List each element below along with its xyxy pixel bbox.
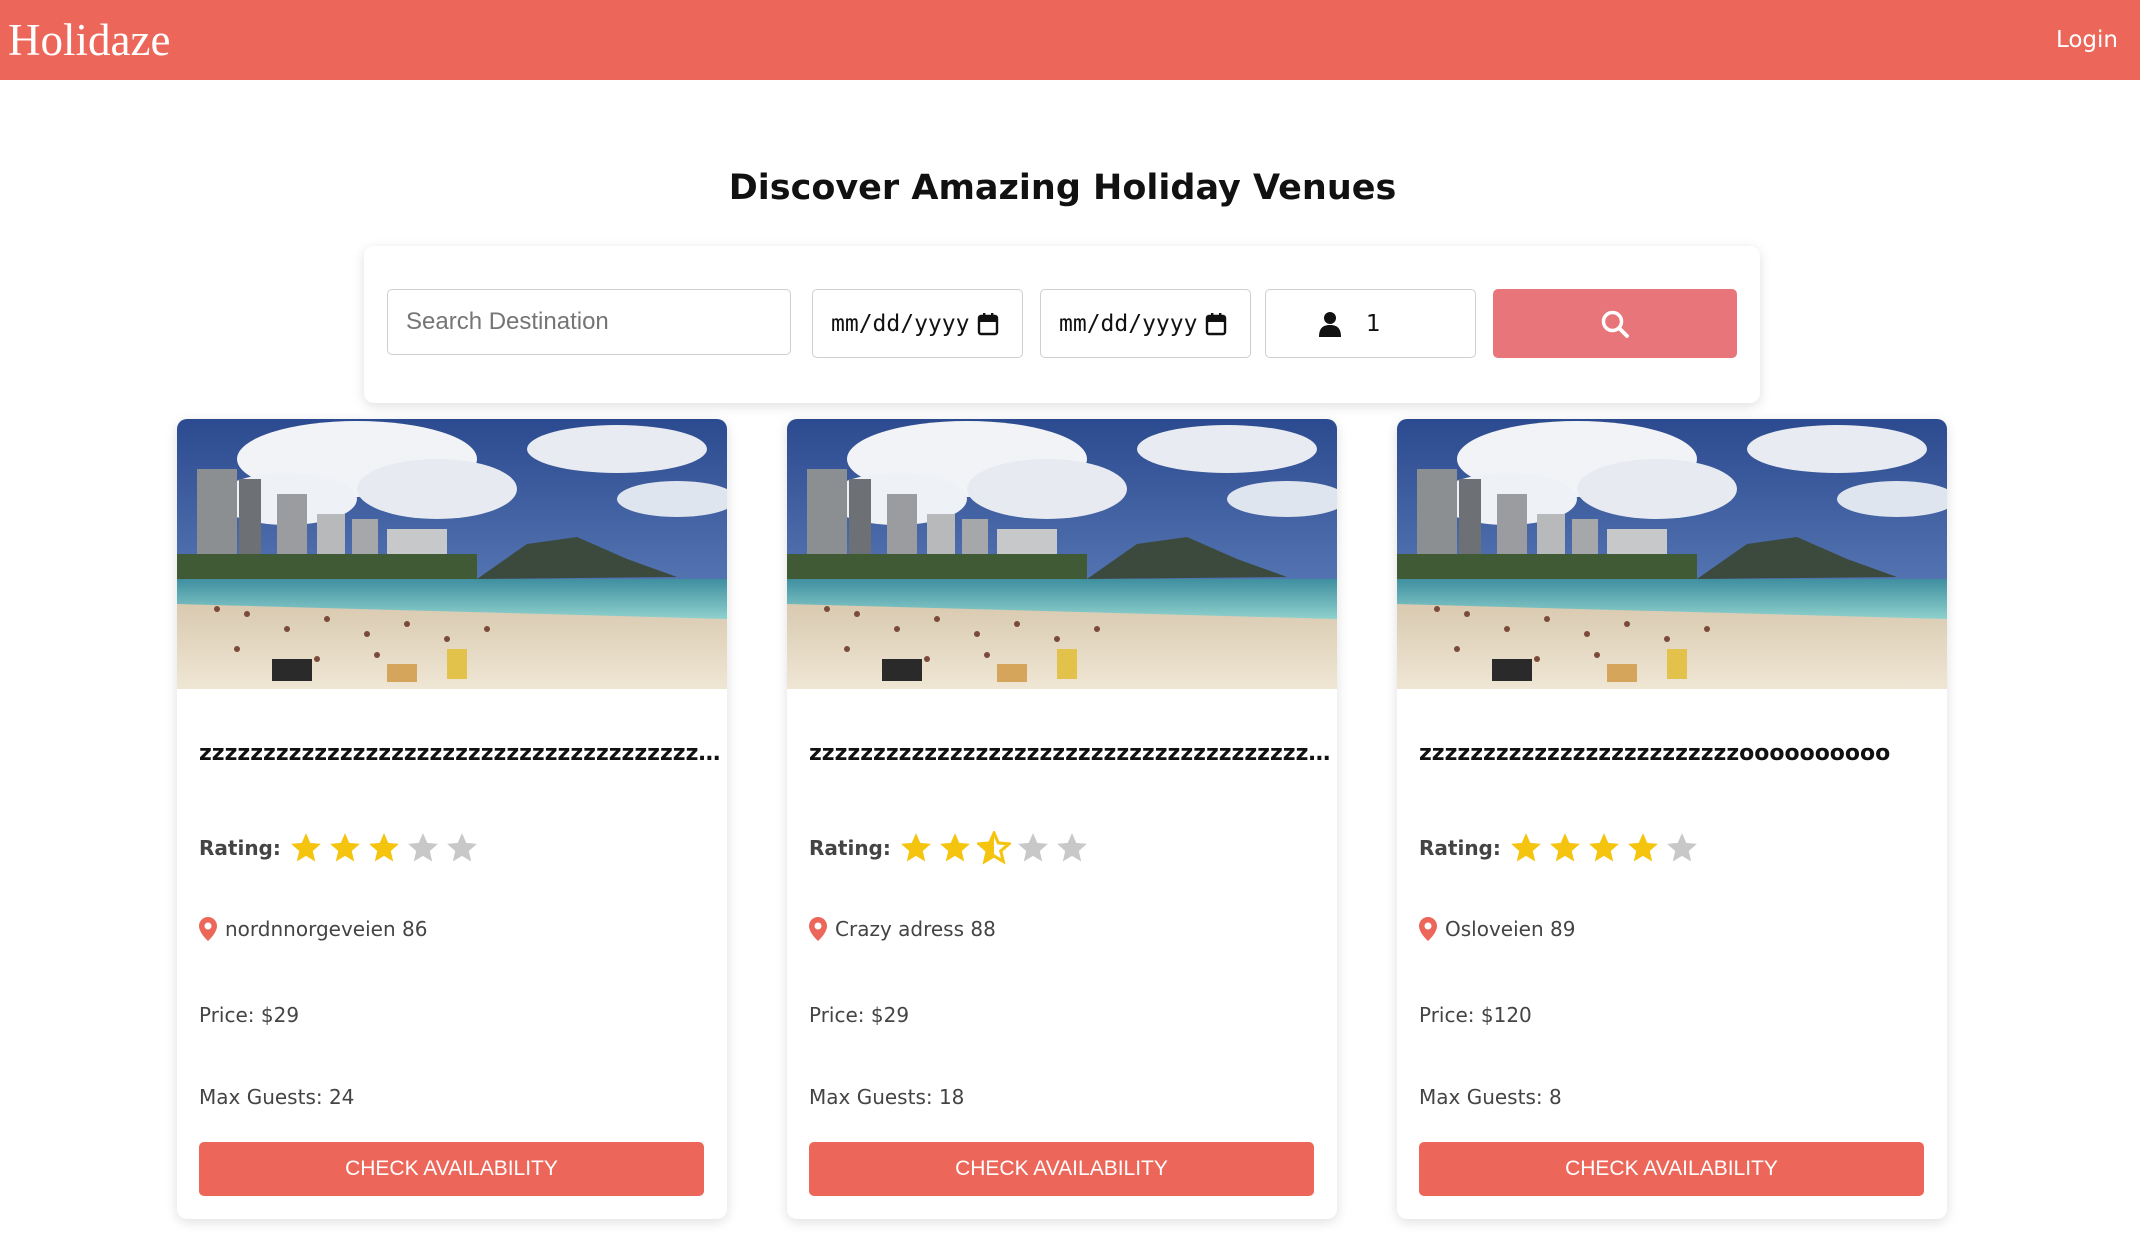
venue-card: zzzzzzzzzzzzzzzzzzzzzzzzzoooooooooo Rati… [1397, 419, 1947, 1219]
star-filled-icon [1589, 833, 1619, 862]
star-filled-icon [330, 833, 360, 862]
venue-price: Price: $29 [809, 1003, 910, 1027]
star-empty-icon [1018, 833, 1048, 862]
search-panel: mm/dd/yyyy mm/dd/yyyy 1 [364, 246, 1760, 403]
brand-logo[interactable]: Holidaze [8, 14, 170, 66]
calendar-icon[interactable] [1205, 312, 1227, 336]
page-title: Discover Amazing Holiday Venues [728, 168, 1397, 208]
check-availability-button[interactable]: CHECK AVAILABILITY [199, 1142, 704, 1196]
venue-title[interactable]: zzzzzzzzzzzzzzzzzzzzzzzzzzzzzzzzzzzzzzzz… [199, 741, 727, 766]
destination-search-input[interactable] [387, 289, 791, 355]
star-half-icon [976, 831, 1011, 865]
address-row: nordnnorgeveien 86 [199, 917, 427, 941]
star-filled-icon [1628, 833, 1658, 862]
venue-address: nordnnorgeveien 86 [225, 917, 428, 941]
checkin-date-input[interactable]: mm/dd/yyyy [812, 289, 1023, 358]
star-rating [1509, 831, 1704, 865]
venue-image[interactable] [1397, 419, 1947, 689]
rating-label: Rating: [1419, 836, 1501, 860]
star-filled-icon [369, 833, 399, 862]
search-button[interactable] [1493, 289, 1737, 358]
person-icon [1319, 311, 1341, 337]
venue-title[interactable]: zzzzzzzzzzzzzzzzzzzzzzzzzzzzzzzzzzzzzzzz… [809, 741, 1337, 766]
venue-address: Crazy adress 88 [835, 917, 996, 941]
rating-label: Rating: [809, 836, 891, 860]
venue-price: Price: $29 [199, 1003, 300, 1027]
top-navbar: Holidaze Login [0, 0, 2140, 80]
guest-count-input[interactable]: 1 [1265, 289, 1476, 358]
star-filled-icon [291, 833, 321, 862]
rating-label: Rating: [199, 836, 281, 860]
venue-title[interactable]: zzzzzzzzzzzzzzzzzzzzzzzzzoooooooooo [1419, 741, 1947, 766]
guest-count-value: 1 [1366, 310, 1381, 337]
rating-row: Rating: [199, 831, 484, 865]
rating-row: Rating: [1419, 831, 1704, 865]
rating-row: Rating: [809, 831, 1094, 865]
star-filled-icon [1550, 833, 1580, 862]
location-pin-icon [809, 917, 827, 941]
venue-image[interactable] [177, 419, 727, 689]
star-empty-icon [1057, 833, 1087, 862]
star-empty-icon [1667, 833, 1697, 862]
star-empty-icon [447, 833, 477, 862]
venue-max-guests: Max Guests: 8 [1419, 1085, 1562, 1109]
location-pin-icon [1419, 917, 1437, 941]
login-link[interactable]: Login [2056, 27, 2118, 53]
location-pin-icon [199, 917, 217, 941]
check-availability-button[interactable]: CHECK AVAILABILITY [809, 1142, 1314, 1196]
star-rating [289, 831, 484, 865]
magnifier-icon [1601, 310, 1629, 338]
star-rating [899, 831, 1094, 865]
venue-max-guests: Max Guests: 18 [809, 1085, 965, 1109]
checkout-date-placeholder: mm/dd/yyyy [1059, 310, 1198, 337]
star-filled-icon [901, 833, 931, 862]
venue-max-guests: Max Guests: 24 [199, 1085, 355, 1109]
star-filled-icon [1511, 833, 1541, 862]
checkout-date-input[interactable]: mm/dd/yyyy [1040, 289, 1251, 358]
star-filled-icon [940, 833, 970, 862]
check-availability-button[interactable]: CHECK AVAILABILITY [1419, 1142, 1924, 1196]
venue-card: zzzzzzzzzzzzzzzzzzzzzzzzzzzzzzzzzzzzzzzz… [787, 419, 1337, 1219]
venue-card: zzzzzzzzzzzzzzzzzzzzzzzzzzzzzzzzzzzzzzzz… [177, 419, 727, 1219]
address-row: Osloveien 89 [1419, 917, 1575, 941]
address-row: Crazy adress 88 [809, 917, 996, 941]
star-empty-icon [408, 833, 438, 862]
venue-address: Osloveien 89 [1445, 917, 1576, 941]
venue-image[interactable] [787, 419, 1337, 689]
calendar-icon[interactable] [977, 312, 999, 336]
venue-price: Price: $120 [1419, 1003, 1532, 1027]
checkin-date-placeholder: mm/dd/yyyy [831, 310, 970, 337]
